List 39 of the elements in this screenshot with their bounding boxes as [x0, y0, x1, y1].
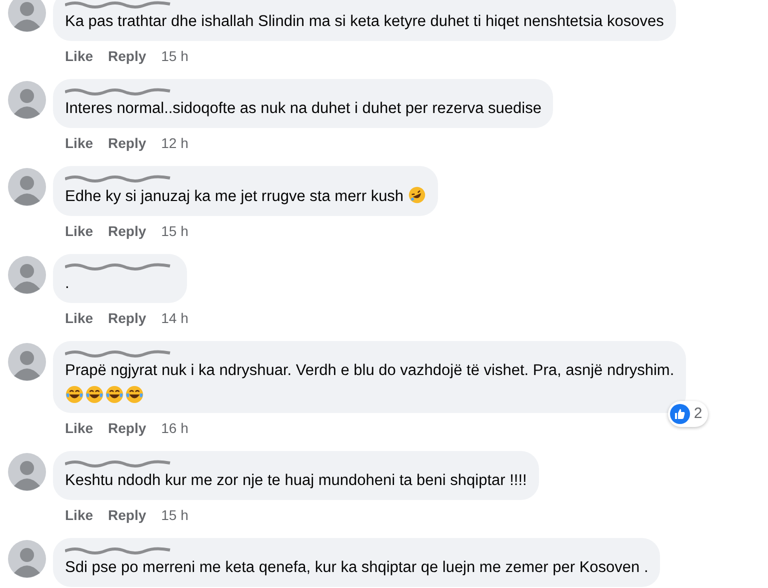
comment-text: Interes normal..sidoqofte as nuk na duhet i duhet per rezerva suedise	[65, 100, 542, 117]
reply-link[interactable]: Reply	[108, 504, 146, 526]
like-link[interactable]: Like	[65, 504, 94, 526]
comment-time: 15 h	[161, 46, 188, 66]
avatar-icon[interactable]	[8, 540, 46, 578]
like-link[interactable]: Like	[65, 418, 94, 438]
comment-text: Keshtu ndodh kur me zor nje te huaj mundoheni ta beni shqiptar !!!!	[65, 472, 527, 489]
avatar-icon[interactable]	[8, 168, 46, 206]
reaction-count[interactable]: 2	[668, 400, 708, 427]
laughing-emoji-icon	[65, 385, 84, 404]
comment-text: Sdi pse po merreni me keta qenefa, kur ka shqiptar qe luejn me zemer per Kosoven .	[65, 559, 648, 576]
like-link[interactable]: Like	[65, 220, 94, 242]
comment-time: 15 h	[161, 506, 188, 524]
like-link[interactable]: Like	[65, 308, 94, 328]
laughing-emoji-icon	[85, 385, 104, 404]
reply-link[interactable]: Reply	[108, 132, 146, 154]
avatar-icon[interactable]	[8, 453, 46, 491]
avatar-icon[interactable]	[8, 343, 46, 381]
like-link[interactable]: Like	[65, 132, 94, 154]
reply-link[interactable]: Reply	[108, 220, 146, 242]
comment-text: Edhe ky si januzaj ka me jet rrugve sta merr kush	[65, 188, 404, 205]
avatar-icon[interactable]	[8, 256, 46, 294]
avatar-icon[interactable]	[8, 0, 46, 32]
comment-time: 15 h	[161, 222, 188, 240]
comment-text: Prapë ngjyrat nuk i ka ndryshuar. Verdh e blu do vazhdojë të vishet. Pra, asnjë ndryshim.	[65, 362, 674, 379]
laughing-emoji-icon	[408, 186, 426, 204]
avatar-icon[interactable]	[8, 81, 46, 119]
comment-time: 16 h	[161, 418, 188, 438]
thumbs-up-icon	[670, 404, 690, 424]
reply-link[interactable]: Reply	[108, 308, 146, 328]
comment-text: .	[65, 275, 70, 292]
comment-time: 12 h	[161, 134, 188, 152]
like-link[interactable]: Like	[65, 46, 94, 66]
comment-text: Ka pas trathtar dhe ishallah Slindin ma si keta ketyre duhet ti hiqet nenshtetsia kosoves	[65, 13, 664, 30]
reply-link[interactable]: Reply	[108, 418, 146, 438]
comment-time: 14 h	[161, 308, 188, 328]
laughing-emoji-icon	[105, 385, 124, 404]
laughing-emoji-icon	[125, 385, 144, 404]
reply-link[interactable]: Reply	[108, 46, 146, 66]
